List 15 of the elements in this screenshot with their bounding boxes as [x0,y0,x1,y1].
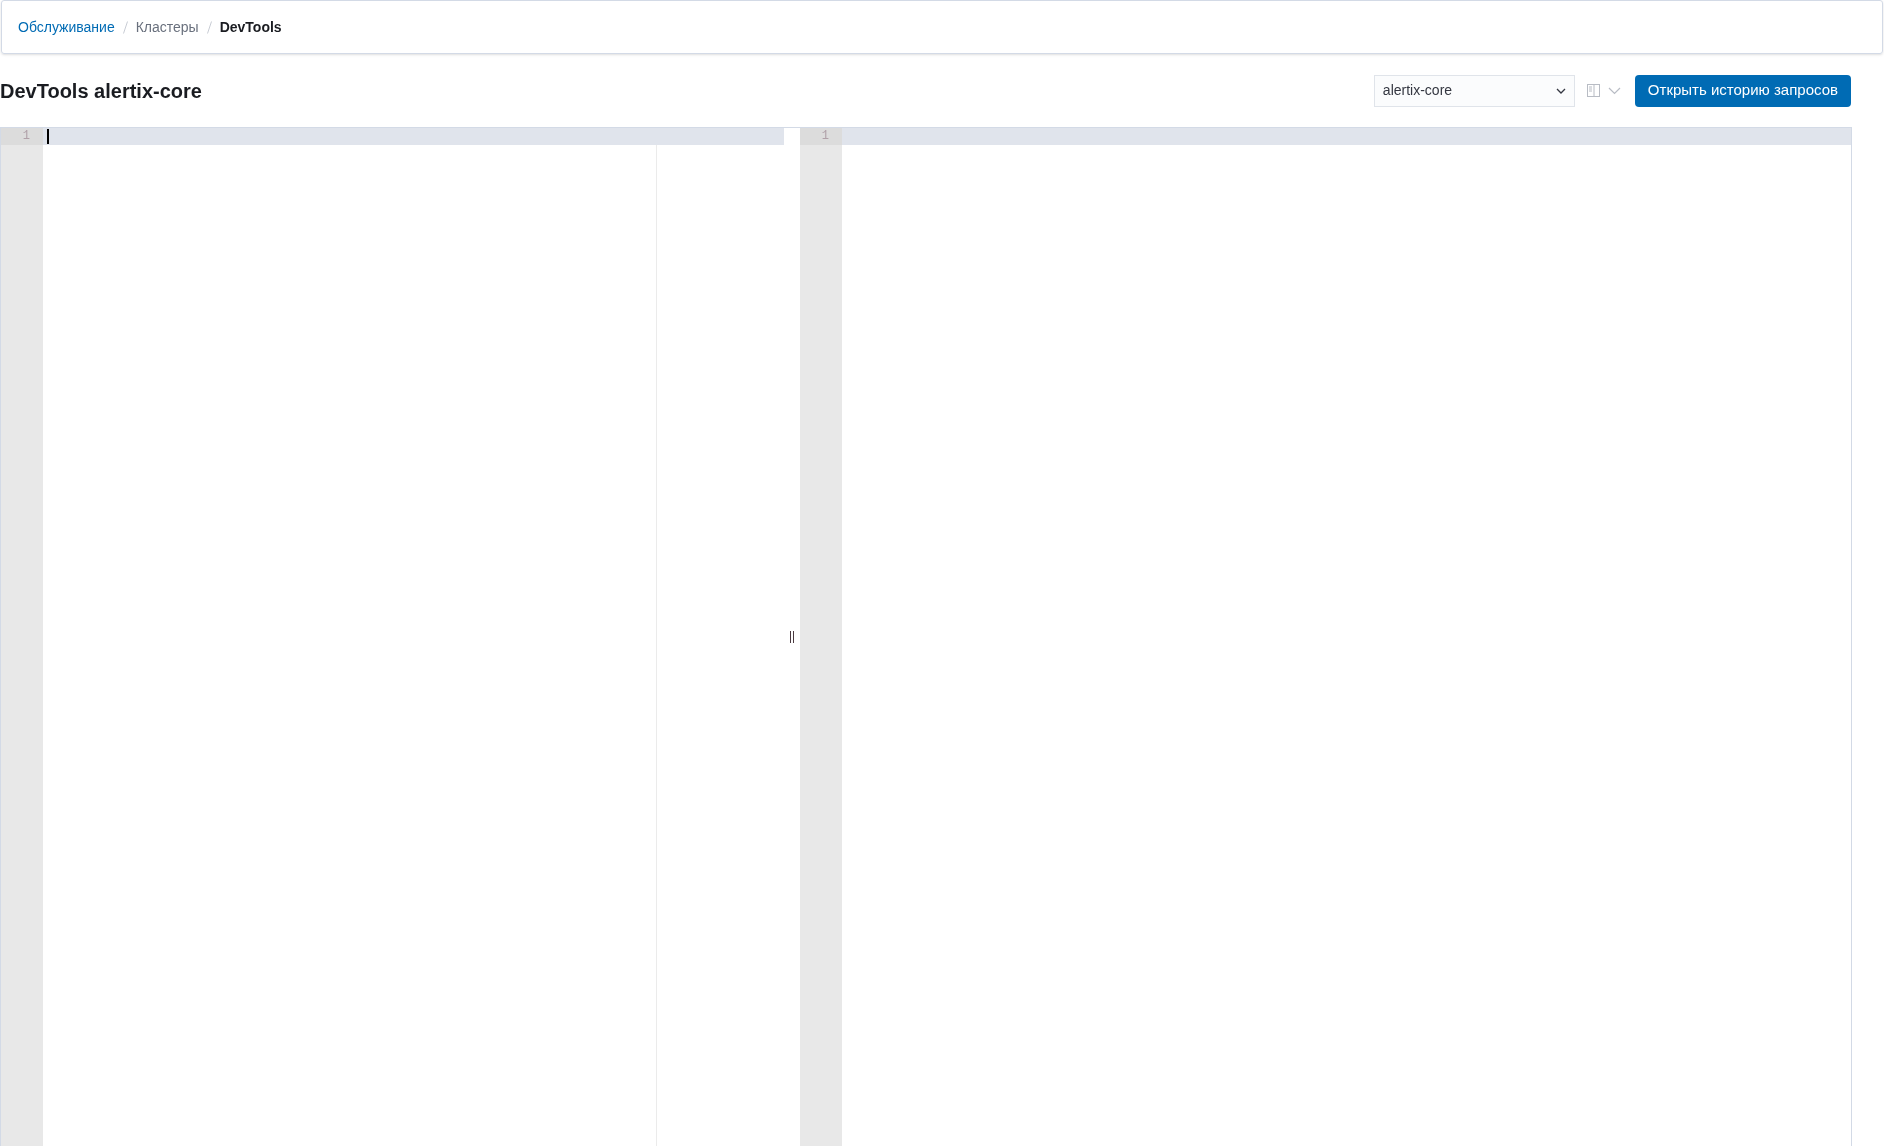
history-button[interactable]: Открыть историю запросов [1634,74,1851,107]
line-number: 1 [800,128,842,145]
line-number: 1 [1,128,43,145]
page-title: DevTools alertix-core [0,78,203,104]
breadcrumb-link[interactable]: Обслуживание [18,16,115,38]
breadcrumb-current: DevTools [219,17,282,37]
breadcrumb-link[interactable]: Кластеры [135,16,199,38]
cluster-select[interactable]: alertix-core [1373,74,1575,107]
columns-icon [1586,84,1600,97]
layout-menu-button[interactable] [1586,84,1621,97]
breadcrumb-separator [206,20,212,34]
chevron-down-icon [1555,87,1566,94]
chevron-down-icon [1607,86,1621,95]
text-cursor [47,129,49,144]
breadcrumb-separator [122,20,128,34]
